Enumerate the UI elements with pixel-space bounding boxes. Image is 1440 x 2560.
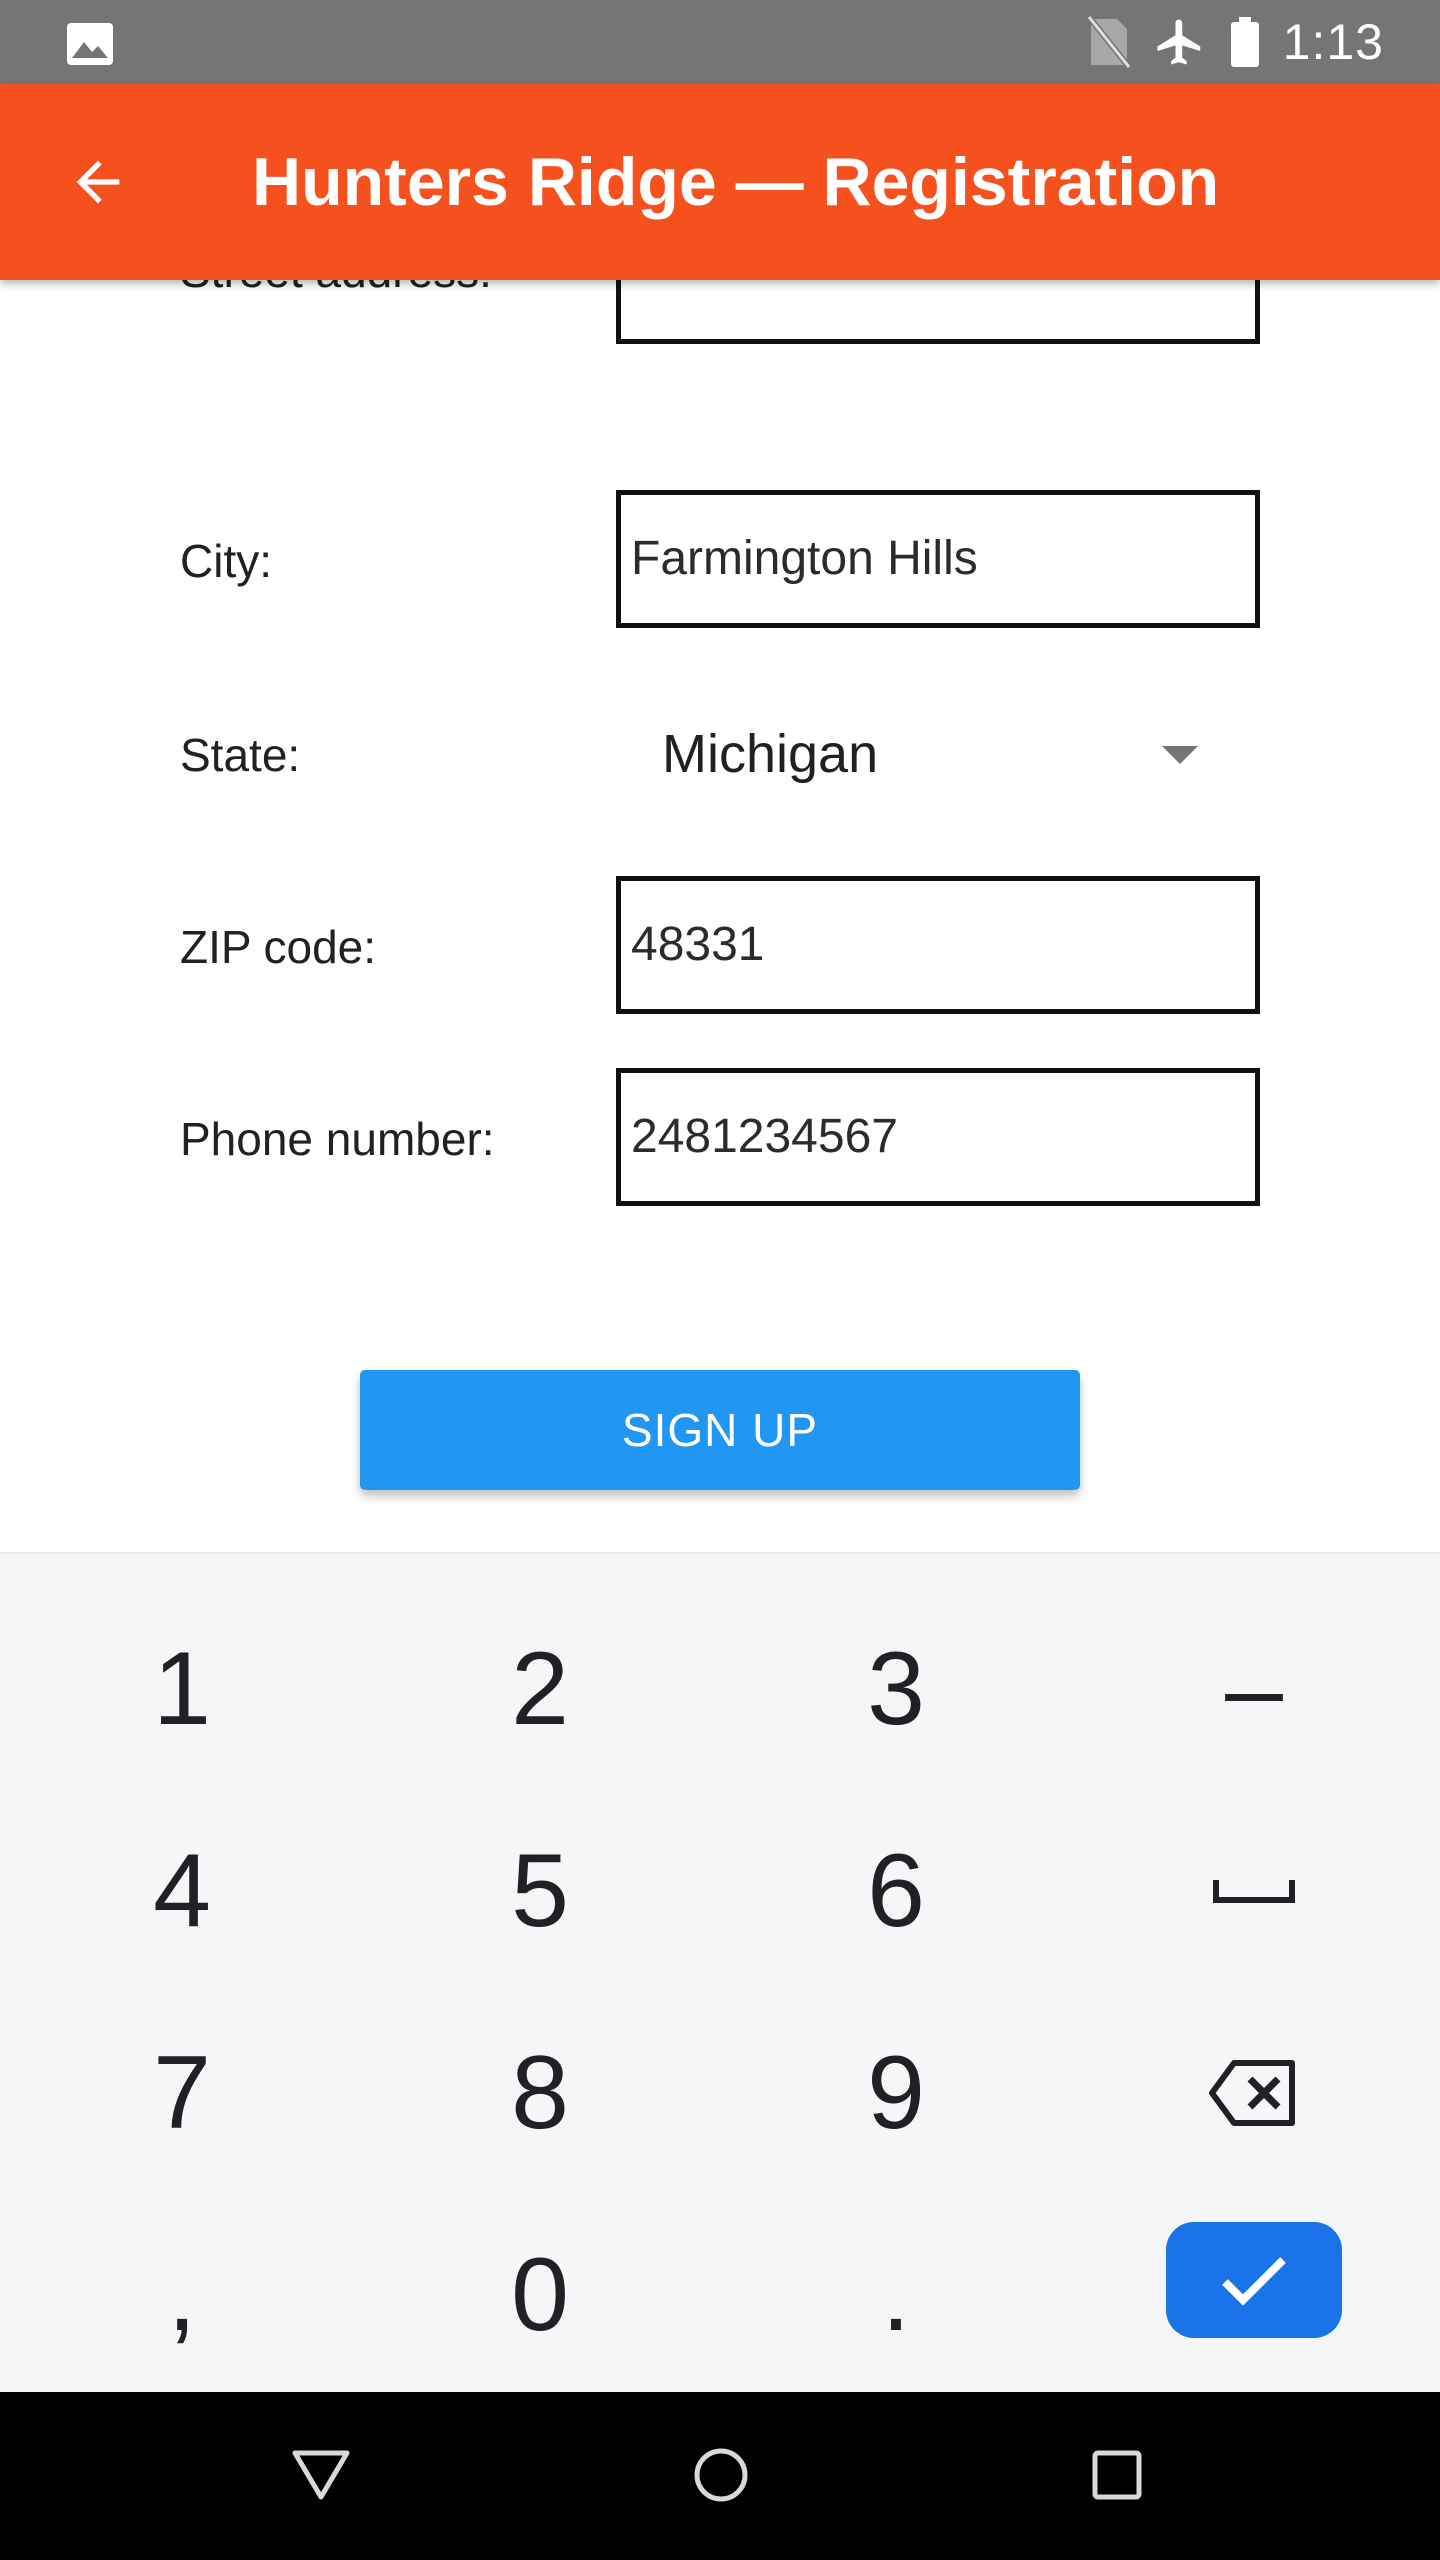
- key-period[interactable]: .: [746, 2200, 1046, 2390]
- phone-field[interactable]: 2481234567: [616, 1068, 1260, 1206]
- key-comma[interactable]: ,: [32, 2200, 332, 2390]
- key-8[interactable]: 8: [390, 1998, 690, 2188]
- key-4[interactable]: 4: [32, 1796, 332, 1986]
- nav-back-button[interactable]: [276, 2430, 366, 2520]
- battery-icon: [1230, 17, 1259, 67]
- key-space[interactable]: [1104, 1796, 1404, 1986]
- dropdown-arrow-icon: [1162, 746, 1198, 764]
- key-3[interactable]: 3: [746, 1594, 1046, 1784]
- key-backspace[interactable]: [1104, 1998, 1404, 2188]
- city-value: Farmington Hills: [631, 532, 978, 585]
- numeric-keyboard: 1 2 3 – 4 5 6 7 8 9 , 0 .: [0, 1552, 1440, 2392]
- backspace-icon: [1209, 2060, 1295, 2126]
- key-5[interactable]: 5: [390, 1796, 690, 1986]
- city-label: City:: [180, 535, 272, 587]
- street-address-label: Street address:: [180, 280, 492, 298]
- screen: 1:13 Hunters Ridge — Registration Street…: [0, 0, 1440, 2560]
- page-title: Hunters Ridge — Registration: [252, 144, 1220, 220]
- key-1[interactable]: 1: [32, 1594, 332, 1784]
- space-bar-icon: [1213, 1880, 1295, 1903]
- state-value: Michigan: [662, 724, 879, 784]
- key-9[interactable]: 9: [746, 1998, 1046, 2188]
- key-done[interactable]: [1166, 2222, 1342, 2338]
- status-bar: 1:13: [0, 0, 1440, 84]
- back-button[interactable]: [62, 146, 134, 218]
- sign-up-button[interactable]: SIGN UP: [360, 1370, 1080, 1490]
- navigation-bar: [0, 2392, 1440, 2560]
- app-bar: Hunters Ridge — Registration: [0, 84, 1440, 280]
- no-sim-icon: [1086, 15, 1131, 69]
- zip-label: ZIP code:: [180, 921, 377, 973]
- key-7[interactable]: 7: [32, 1998, 332, 2188]
- phone-label: Phone number:: [180, 1113, 495, 1165]
- key-6[interactable]: 6: [746, 1796, 1046, 1986]
- gallery-notification-icon: [67, 23, 113, 65]
- recents-square-icon: [1092, 2450, 1142, 2500]
- home-circle-icon: [694, 2448, 748, 2502]
- key-0[interactable]: 0: [390, 2200, 690, 2390]
- checkmark-icon: [1222, 2257, 1286, 2306]
- back-triangle-icon: [292, 2450, 350, 2500]
- zip-field[interactable]: 48331: [616, 876, 1260, 1014]
- zip-value: 48331: [631, 918, 765, 971]
- state-dropdown[interactable]: Michigan: [616, 694, 1260, 814]
- key-dash[interactable]: –: [1104, 1594, 1404, 1784]
- city-field[interactable]: Farmington Hills: [616, 490, 1260, 628]
- nav-home-button[interactable]: [676, 2430, 766, 2520]
- airplane-mode-icon: [1157, 19, 1200, 65]
- state-label: State:: [180, 729, 301, 781]
- nav-recents-button[interactable]: [1072, 2430, 1162, 2520]
- registration-form: Street address: City: Farmington Hills S…: [0, 280, 1440, 1552]
- phone-value: 2481234567: [631, 1110, 898, 1163]
- status-time: 1:13: [1282, 14, 1384, 70]
- street-address-field[interactable]: [616, 280, 1260, 344]
- arrow-back-icon: [76, 160, 120, 204]
- key-2[interactable]: 2: [390, 1594, 690, 1784]
